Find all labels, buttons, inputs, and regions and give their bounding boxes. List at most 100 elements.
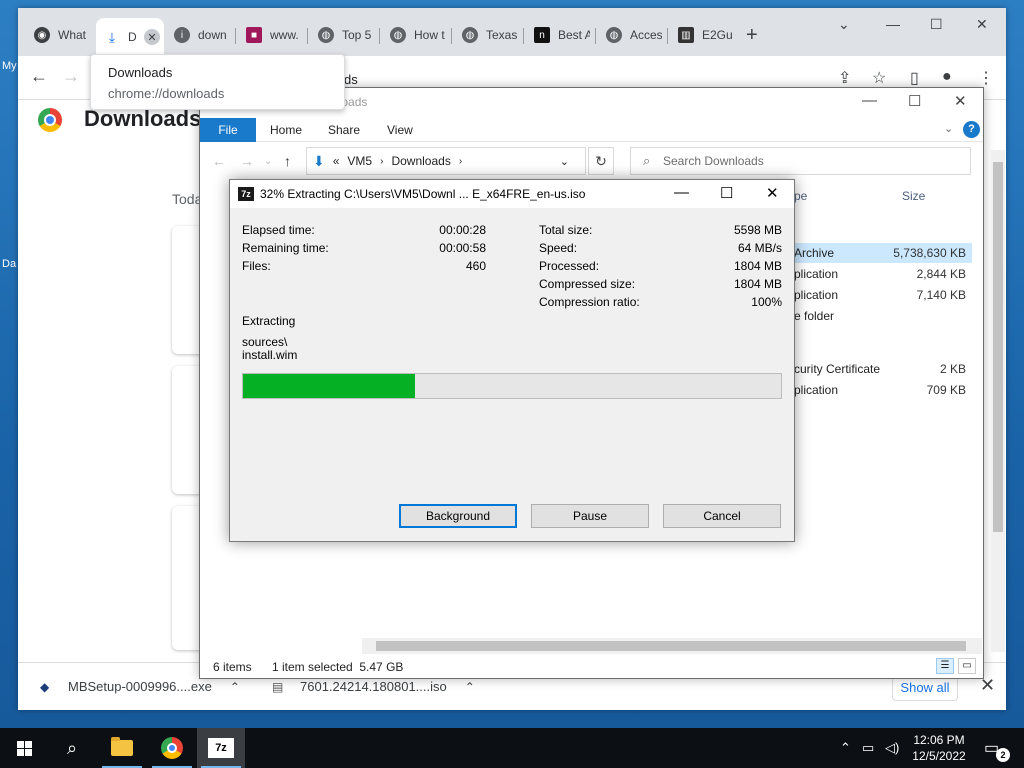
breadcrumb-downloads[interactable]: Downloads: [391, 154, 450, 168]
minimize-button[interactable]: —: [886, 16, 900, 32]
file-size: 709 KB: [926, 383, 966, 397]
column-header-size[interactable]: Size: [902, 189, 925, 203]
address-bar[interactable]: ⬇ « VM5 › Downloads › ⌄: [306, 147, 586, 175]
scrollbar-thumb[interactable]: [993, 162, 1003, 532]
forward-button[interactable]: →: [240, 153, 254, 169]
file-row[interactable]: plication 709 KB: [794, 380, 972, 400]
maximize-button[interactable]: ☐: [720, 184, 733, 202]
details-view-button[interactable]: ☰: [936, 658, 954, 674]
tab-label: Texas: [486, 28, 518, 42]
bookmark-star-icon[interactable]: ☆: [872, 68, 886, 88]
7zip-icon: 7z: [238, 187, 254, 201]
ribbon-tab-view[interactable]: View: [387, 123, 413, 137]
file-row[interactable]: e folder: [794, 306, 972, 326]
chevron-up-icon[interactable]: ⌃: [465, 680, 475, 694]
volume-icon[interactable]: ◁): [885, 740, 899, 756]
taskbar-chrome[interactable]: [148, 728, 196, 768]
tab-downloads[interactable]: ⤓ D ✕: [96, 18, 164, 56]
tab-how[interactable]: ◍ How t: [382, 20, 450, 50]
ribbon-tab-home[interactable]: Home: [270, 123, 302, 137]
new-tab-button[interactable]: +: [746, 25, 758, 45]
maximize-button[interactable]: ☐: [908, 92, 921, 110]
pause-button[interactable]: Pause: [531, 504, 649, 528]
shelf-item[interactable]: ▤ 7601.24214.180801....iso ⌃: [272, 679, 475, 694]
horizontal-scrollbar[interactable]: [362, 638, 982, 654]
network-icon[interactable]: ▭: [862, 740, 874, 756]
globe-icon: ◍: [390, 27, 406, 43]
breadcrumb-vm5[interactable]: VM5: [347, 154, 372, 168]
recent-locations-icon[interactable]: ⌄: [264, 156, 272, 167]
breadcrumb-overflow[interactable]: «: [333, 154, 340, 168]
start-button[interactable]: [0, 728, 48, 768]
vertical-scrollbar[interactable]: [991, 150, 1005, 652]
search-input[interactable]: ⌕ Search Downloads: [630, 147, 971, 175]
tab-e2gu[interactable]: ▥ E2Gu: [670, 20, 738, 50]
shelf-item-name: 7601.24214.180801....iso: [300, 679, 447, 694]
large-icons-view-button[interactable]: ▭: [958, 658, 976, 674]
tab-texas[interactable]: ◍ Texas: [454, 20, 522, 50]
current-file: install.wim: [242, 348, 298, 362]
ribbon-tab-share[interactable]: Share: [328, 123, 360, 137]
desktop-icon-label[interactable]: My: [2, 60, 17, 72]
tab-down[interactable]: i down: [166, 20, 234, 50]
download-arrow-icon: ⬇: [313, 152, 325, 169]
tab-best[interactable]: n Best A: [526, 20, 594, 50]
omnibox-text[interactable]: ds: [344, 72, 358, 87]
chevron-right-icon[interactable]: ›: [459, 156, 462, 167]
expand-ribbon-icon[interactable]: ⌄: [944, 122, 953, 135]
file-row[interactable]: curity Certificate 2 KB: [794, 359, 972, 379]
minimize-button[interactable]: —: [862, 92, 877, 109]
file-size: 2 KB: [939, 362, 966, 376]
refresh-button[interactable]: ↻: [588, 147, 614, 175]
close-window-button[interactable]: ✕: [954, 92, 967, 110]
scrollbar-thumb[interactable]: [376, 641, 966, 651]
column-header-type[interactable]: pe: [794, 189, 807, 203]
taskbar-file-explorer[interactable]: [98, 728, 146, 768]
tab-acces[interactable]: ◍ Acces: [598, 20, 666, 50]
system-clock[interactable]: 12:06 PM 12/5/2022: [906, 732, 972, 764]
share-icon[interactable]: ⇪: [838, 68, 851, 88]
progress-fill: [243, 374, 415, 398]
up-folder-button[interactable]: ↑: [284, 153, 291, 169]
chrome-logo-icon: [38, 108, 62, 132]
close-window-button[interactable]: ✕: [976, 16, 988, 33]
windows-logo-icon: [16, 740, 32, 756]
cancel-button[interactable]: Cancel: [663, 504, 781, 528]
forward-button[interactable]: →: [62, 66, 80, 86]
info-icon: i: [174, 27, 190, 43]
help-icon[interactable]: ?: [963, 121, 980, 138]
chevron-right-icon[interactable]: ›: [380, 156, 383, 167]
file-row[interactable]: plication 2,844 KB: [794, 264, 972, 284]
close-tab-icon[interactable]: ✕: [144, 29, 160, 45]
menu-icon[interactable]: ⋮: [978, 68, 994, 88]
7zip-icon: 7z: [208, 738, 234, 758]
tab-www[interactable]: ■ www.: [238, 20, 306, 50]
file-row[interactable]: plication 7,140 KB: [794, 285, 972, 305]
tab-separator: [379, 28, 380, 44]
dialog-titlebar: 7z 32% Extracting C:\Users\VM5\Downl ...…: [230, 180, 794, 208]
file-row[interactable]: Archive 5,738,630 KB: [794, 243, 972, 263]
back-button[interactable]: ←: [212, 153, 226, 169]
ribbon-tab-file[interactable]: File: [200, 118, 256, 142]
tab-label: Top 5: [342, 28, 372, 42]
close-dialog-button[interactable]: ✕: [766, 184, 779, 202]
tab-label: D: [128, 30, 137, 44]
chevron-up-icon[interactable]: ⌃: [230, 680, 240, 694]
site-icon: ■: [246, 27, 262, 43]
minimize-button[interactable]: —: [674, 184, 689, 201]
tab-search-icon[interactable]: ⌄: [838, 16, 850, 33]
back-button[interactable]: ←: [30, 66, 48, 86]
search-button[interactable]: ⌕: [48, 728, 96, 768]
address-dropdown-icon[interactable]: ⌄: [560, 155, 569, 168]
taskbar-7zip[interactable]: 7z: [197, 728, 245, 768]
maximize-button[interactable]: ☐: [930, 16, 943, 33]
tab-what[interactable]: ◉ What: [26, 20, 94, 50]
show-hidden-icons-icon[interactable]: ⌃: [840, 740, 851, 756]
shelf-item[interactable]: ◆ MBSetup-0009996....exe ⌃: [40, 679, 240, 694]
background-button[interactable]: Background: [399, 504, 517, 528]
desktop-icon-label[interactable]: Da: [2, 258, 16, 270]
file-icon: ▤: [272, 679, 284, 694]
side-panel-icon[interactable]: ▯: [910, 68, 919, 88]
tab-top5[interactable]: ◍ Top 5: [310, 20, 378, 50]
profile-avatar[interactable]: ●: [942, 68, 952, 86]
